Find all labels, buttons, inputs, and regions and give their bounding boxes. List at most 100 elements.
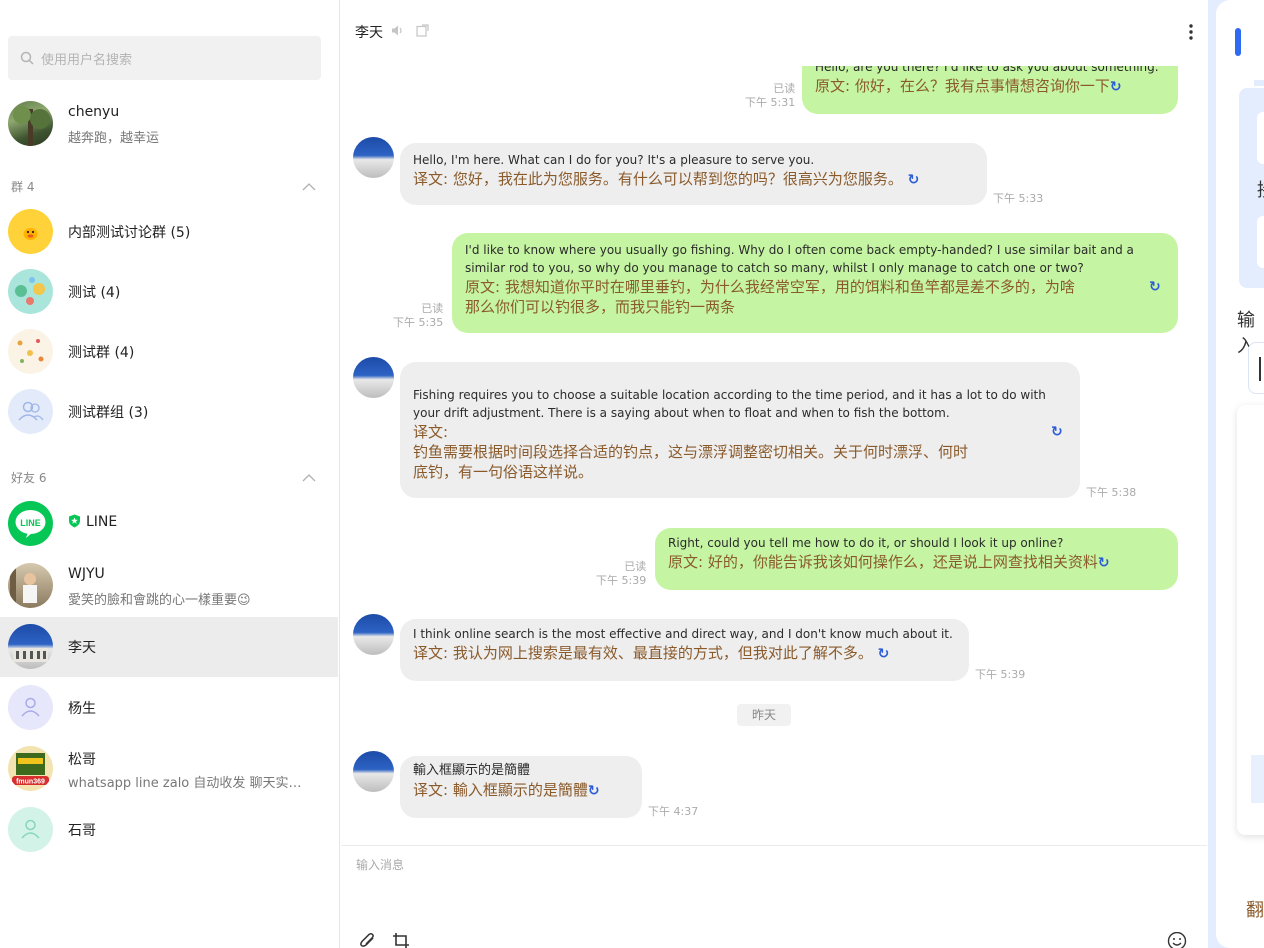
friend-item[interactable]: 石哥 (0, 800, 338, 860)
search-placeholder: 使用用户名搜索 (41, 52, 133, 68)
avatar[interactable] (353, 751, 394, 792)
conversation-sidebar: 使用用户名搜索 chenyu 越奔跑，越幸运 群 4 内部测试讨论群 (5) 测… (0, 0, 340, 948)
verified-shield-icon (69, 514, 80, 528)
friend-item[interactable]: fmun369 松哥 whatsapp line zalo 自动收发 聊天实… (0, 739, 338, 799)
retranslate-icon[interactable]: ↻ (908, 170, 920, 190)
chevron-up-icon[interactable] (302, 182, 316, 191)
message-translation: 译文: 钓鱼需要根据时间段选择合适的钓点，这与漂浮调整密切相关。关于何时漂浮、何时… (413, 422, 1063, 481)
message-input[interactable]: 输入消息 (356, 856, 404, 873)
message-translation: 译文: 我认为网上搜索是最有效、最直接的方式，但我对此了解不多。 ↻ (413, 644, 890, 664)
friend-status: whatsapp line zalo 自动收发 聊天实… (68, 776, 302, 791)
message-incoming[interactable]: Hello, I'm here. What can I do for you? … (400, 143, 987, 205)
friend-name: LINE (68, 514, 117, 530)
emoji-icon[interactable] (1167, 932, 1187, 948)
group-avatar-placeholder (8, 389, 53, 434)
message-text: Fishing requires you to choose a suitabl… (413, 388, 1046, 420)
read-receipt: 已读 下午 5:35 (393, 302, 444, 329)
external-link-icon[interactable] (416, 24, 429, 37)
search-input[interactable]: 使用用户名搜索 (8, 36, 321, 80)
group-name: 测试 (4) (68, 285, 121, 301)
retranslate-icon[interactable]: ↻ (588, 781, 600, 801)
message-text: 輸入框顯示的是簡體 (413, 763, 531, 778)
contact-status: 越奔跑，越幸运 (68, 131, 160, 146)
contact-item-chenyu[interactable]: chenyu 越奔跑，越幸运 (0, 94, 338, 154)
message-translation: 原文: 好的，你能告诉我该如何操作么，还是说上网查找相关资料↻ (668, 553, 1110, 573)
settings-field[interactable] (1257, 112, 1264, 164)
settings-block: 接 (1239, 88, 1264, 288)
message-text: Hello, are you there? I'd like to ask yo… (815, 66, 1159, 74)
group-name: 测试群组 (3) (68, 405, 149, 421)
contact-name: chenyu (68, 104, 120, 120)
retranslate-icon[interactable]: ↻ (1149, 277, 1161, 297)
user-avatar-placeholder (8, 685, 53, 730)
message-text: I'd like to know where you usually go fi… (465, 243, 1134, 275)
message-translation: 原文: 你好，在么？我有点事情想咨询你一下↻ (815, 77, 1122, 97)
friend-item-line[interactable]: LINE LINE (0, 494, 338, 554)
friend-status: 愛笑的臉和會跳的心一樣重要😉 (68, 593, 251, 608)
groups-section-header: 群 4 (11, 180, 35, 194)
label-fragment: 翻 (1246, 900, 1264, 921)
user-avatar-placeholder (8, 807, 53, 852)
group-item[interactable]: 测试群 (4) (0, 322, 338, 382)
message-time: 下午 5:38 (1086, 486, 1137, 499)
avatar (8, 563, 53, 608)
avatar[interactable] (353, 137, 394, 178)
friend-item-active[interactable]: 李天 (0, 617, 338, 677)
more-options-icon[interactable] (1183, 22, 1199, 42)
message-time: 下午 5:39 (975, 668, 1026, 681)
message-list[interactable]: 已读 下午 5:31 Hello, are you there? I'd like… (341, 66, 1207, 843)
friends-section-header: 好友 6 (11, 471, 47, 485)
line-logo-icon: LINE (8, 501, 53, 546)
message-outgoing[interactable]: I'd like to know where you usually go fi… (452, 233, 1178, 333)
svg-text:LINE: LINE (20, 518, 41, 528)
retranslate-icon[interactable]: ↻ (878, 644, 890, 664)
input-language-field[interactable] (1248, 342, 1264, 394)
message-text: Right, could you tell me how to do it, o… (668, 536, 1064, 550)
avatar (8, 624, 53, 669)
chevron-up-icon[interactable] (302, 473, 316, 482)
message-outgoing[interactable]: Hello, are you there? I'd like to ask yo… (802, 66, 1178, 114)
search-icon (20, 51, 34, 65)
friend-item[interactable]: 杨生 (0, 678, 338, 738)
accent-bar (1235, 28, 1241, 56)
message-text: I think online search is the most effect… (413, 627, 953, 641)
message-incoming[interactable]: 輸入框顯示的是簡體 译文: 輸入框顯示的是簡體↻ (400, 756, 642, 818)
avatar (8, 269, 53, 314)
avatar[interactable] (353, 357, 394, 398)
language-dropdown[interactable] (1237, 405, 1264, 835)
friend-name: 松哥 (68, 752, 96, 768)
crop-icon[interactable] (392, 932, 410, 948)
dropdown-selected-option[interactable] (1251, 755, 1264, 803)
user-icon (21, 697, 40, 717)
group-name: 内部测试讨论群 (5) (68, 225, 191, 241)
retranslate-icon[interactable]: ↻ (1098, 553, 1110, 573)
message-outgoing[interactable]: Right, could you tell me how to do it, o… (655, 528, 1178, 590)
group-item[interactable]: 测试群组 (3) (0, 382, 338, 442)
chat-title: 李天 (355, 25, 383, 41)
speaker-muted-icon[interactable] (391, 24, 404, 37)
message-time: 下午 4:37 (648, 805, 699, 818)
paperclip-icon[interactable] (359, 932, 377, 948)
retranslate-icon[interactable]: ↻ (1051, 422, 1063, 442)
avatar (8, 101, 53, 146)
panel-card: 接 输入 翻 (1216, 0, 1264, 948)
group-item[interactable]: 内部测试讨论群 (5) (0, 202, 338, 262)
message-incoming[interactable]: I think online search is the most effect… (400, 619, 969, 681)
group-item[interactable]: 测试 (4) (0, 262, 338, 322)
message-translation: 译文: 您好，我在此为您服务。有什么可以帮到您的吗？很高兴为您服务。 ↻ (413, 170, 920, 190)
panel-block (1254, 80, 1264, 86)
message-text: Hello, I'm here. What can I do for you? … (413, 153, 815, 167)
message-incoming[interactable]: Fishing requires you to choose a suitabl… (400, 362, 1080, 498)
group-name: 测试群 (4) (68, 345, 135, 361)
message-time: 下午 5:33 (993, 192, 1044, 205)
avatar (8, 329, 53, 374)
user-icon (21, 819, 40, 839)
avatar (8, 209, 53, 254)
friend-item[interactable]: WJYU 愛笑的臉和會跳的心一樣重要😉 (0, 556, 338, 616)
settings-field[interactable] (1257, 216, 1264, 268)
avatar[interactable] (353, 614, 394, 655)
friend-name: 杨生 (68, 701, 96, 717)
translation-settings-panel: 接 输入 翻 (1208, 0, 1264, 948)
retranslate-icon[interactable]: ↻ (1110, 77, 1122, 97)
avatar: fmun369 (8, 746, 53, 791)
